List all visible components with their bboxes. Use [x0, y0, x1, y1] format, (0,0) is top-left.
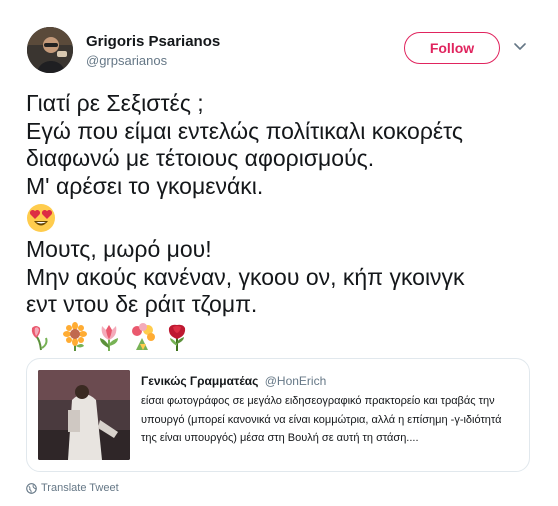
rose-emoji — [168, 324, 186, 351]
follow-button[interactable]: Follow — [404, 32, 500, 64]
quoted-author-name: Γενικώς Γραμματέας — [141, 374, 259, 388]
avatar-photo — [27, 27, 73, 73]
bouquet-emoji — [132, 322, 155, 350]
tweet-line: διαφωνώ με τέτοιους αφορισμούς. — [26, 145, 375, 171]
sunflower-emoji — [63, 321, 87, 351]
tulip-emoji — [100, 324, 118, 351]
flower-emoji-row — [26, 319, 536, 355]
tweet-line: Εγώ που είμαι εντελώς πολίτικαλι κοκορέτ… — [26, 117, 463, 144]
quoted-author-handle: @HonErich — [264, 374, 327, 388]
author-name[interactable]: Grigoris Psarianos — [86, 33, 220, 50]
author-handle[interactable]: @grpsarianos — [86, 53, 167, 68]
tweet-line: Μουτς, μωρό μου! — [26, 236, 212, 262]
tweet-line: Μην ακούς κανέναν, γκοου ον, κήπ γκοινγκ — [26, 263, 465, 290]
translate-tweet-link[interactable]: Translate Tweet — [26, 482, 119, 494]
wilted-flower-emoji — [31, 325, 48, 350]
globe-icon — [26, 482, 37, 494]
emoji-line — [26, 200, 536, 236]
quoted-tweet-thumbnail — [38, 370, 130, 460]
quoted-tweet[interactable]: Γενικώς Γραμματέας @HonErich είσαι φωτογ… — [26, 358, 530, 472]
heart-eyes-emoji — [27, 204, 55, 232]
quoted-tweet-author: Γενικώς Γραμματέας @HonErich — [141, 374, 326, 388]
author-avatar[interactable] — [27, 27, 73, 73]
translate-tweet-label[interactable]: Translate Tweet — [41, 482, 119, 494]
chevron-down-icon[interactable] — [513, 40, 527, 54]
tweet-line: εντ ντου δε ράιτ τζομπ. — [26, 291, 258, 317]
tweet-line: Γιατί ρε Σεξιστές ; — [26, 90, 204, 116]
quoted-tweet-text: είσαι φωτογράφος σε μεγάλο ειδησεογραφικ… — [141, 395, 502, 444]
tweet-text: Γιατί ρε Σεξιστές ; Εγώ που είμαι εντελώ… — [26, 90, 536, 355]
tweet-line: Μ' αρέσει το γκομενάκι. — [26, 172, 264, 199]
